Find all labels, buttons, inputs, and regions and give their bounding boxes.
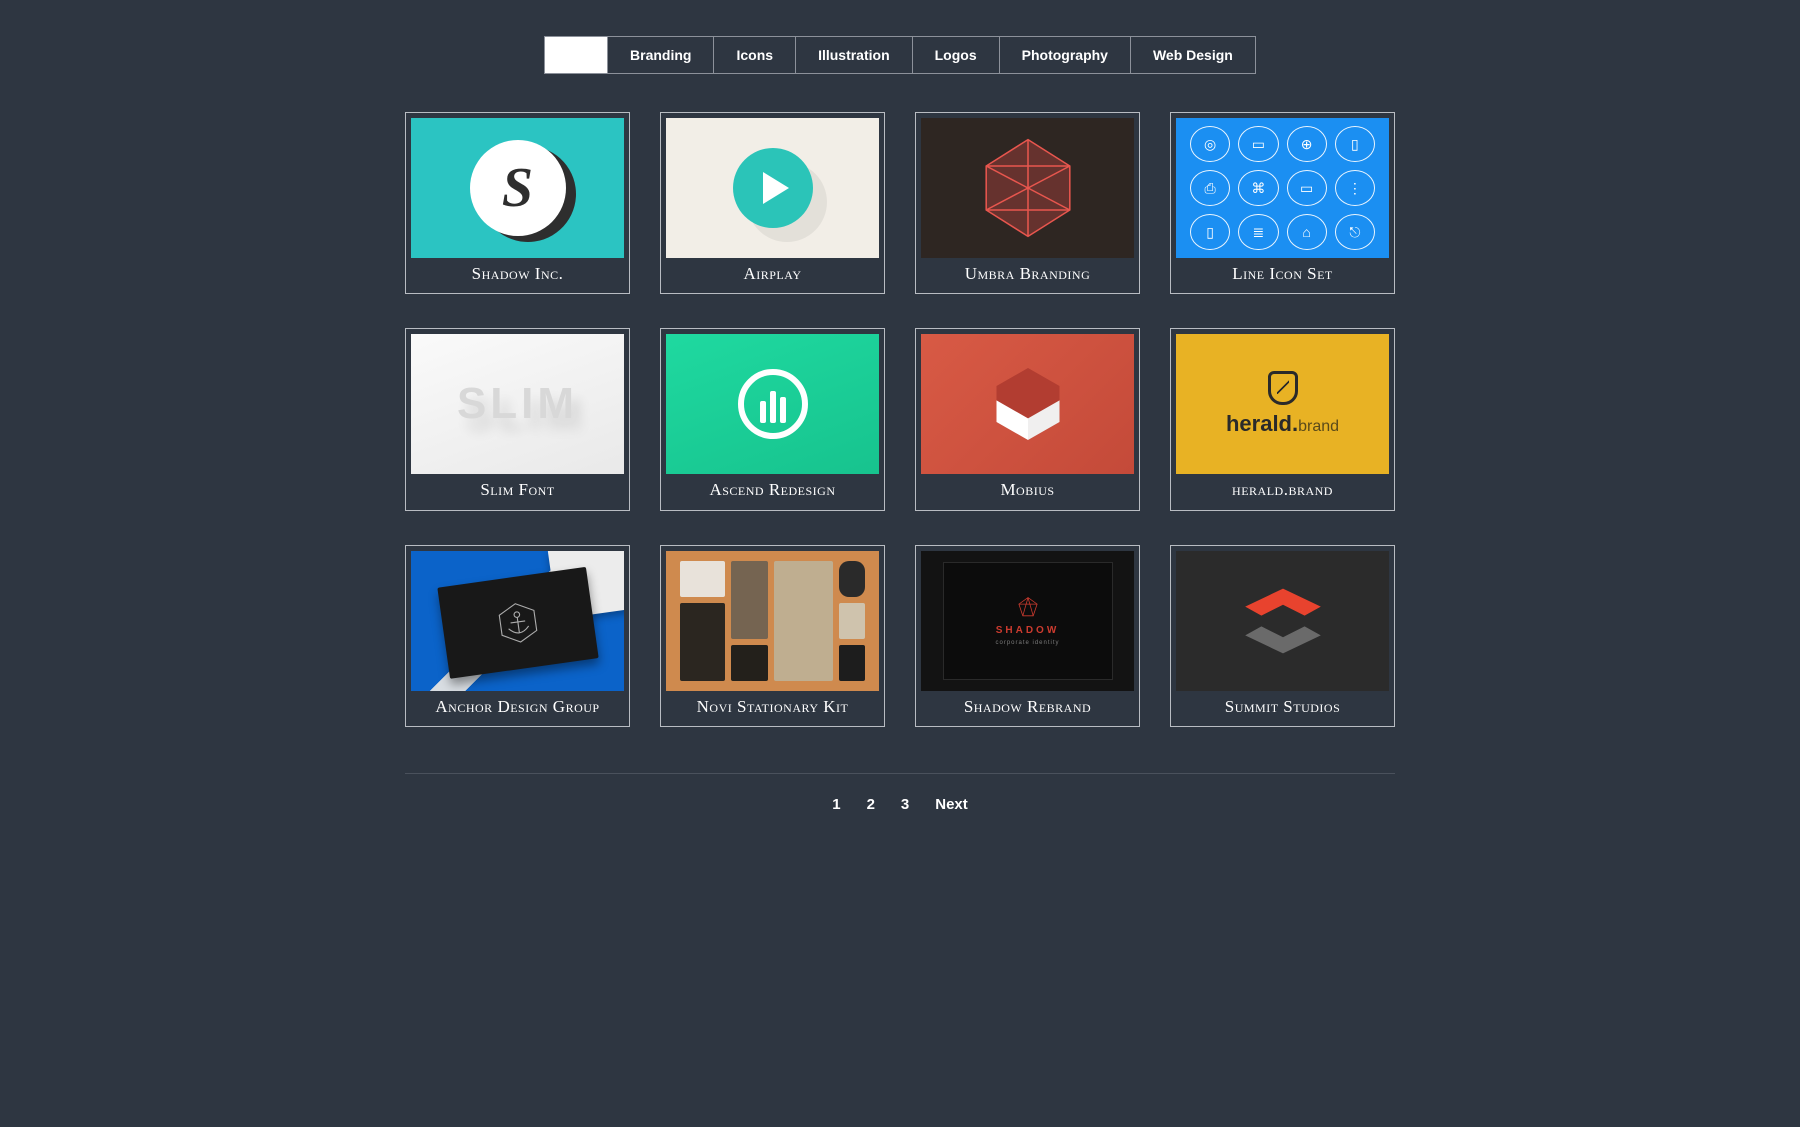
filter-branding[interactable]: Branding (608, 36, 714, 74)
portfolio-card[interactable]: Umbra Branding (915, 112, 1140, 294)
filter-tabs: All Branding Icons Illustration Logos Ph… (405, 36, 1395, 74)
card-title: Mobius (921, 474, 1134, 504)
portfolio-card[interactable]: Mobius (915, 328, 1140, 510)
page-2[interactable]: 2 (867, 796, 875, 813)
portfolio-card[interactable]: Anchor Design Group (405, 545, 630, 727)
card-title: Summit Studios (1176, 691, 1389, 721)
card-title: Umbra Branding (921, 258, 1134, 288)
bars-in-circle-icon (666, 334, 879, 474)
page-3[interactable]: 3 (901, 796, 909, 813)
card-title: Anchor Design Group (411, 691, 624, 721)
portfolio-card[interactable]: herald.brand herald.brand (1170, 328, 1395, 510)
stationery-icon (666, 551, 879, 691)
card-title: Novi Stationary Kit (666, 691, 879, 721)
card-title: herald.brand (1176, 474, 1389, 504)
slim-text-icon: SLIM (411, 334, 624, 474)
page-next[interactable]: Next (935, 796, 968, 813)
portfolio-grid: S Shadow Inc. Airplay Umbra Branding ◎▭ (405, 112, 1395, 727)
card-title: Airplay (666, 258, 879, 288)
hex-fold-icon (921, 334, 1134, 474)
portfolio-card[interactable]: ◎▭⊕▯ ⎙⌘▭⋮ ▯≣⌂⎋ Line Icon Set (1170, 112, 1395, 294)
portfolio-card[interactable]: Airplay (660, 112, 885, 294)
page-1[interactable]: 1 (832, 796, 840, 813)
letter-s-icon: S (411, 118, 624, 258)
filter-all[interactable]: All (544, 36, 608, 74)
filter-web-design[interactable]: Web Design (1131, 36, 1256, 74)
filter-icons[interactable]: Icons (714, 36, 796, 74)
portfolio-card[interactable]: SHADOW corporate identity Shadow Rebrand (915, 545, 1140, 727)
anchor-icon (411, 551, 624, 691)
card-title: Shadow Inc. (411, 258, 624, 288)
polyhedron-icon (921, 118, 1134, 258)
card-title: Slim Font (411, 474, 624, 504)
filter-logos[interactable]: Logos (913, 36, 1000, 74)
card-title: Shadow Rebrand (921, 691, 1134, 721)
filter-photography[interactable]: Photography (1000, 36, 1131, 74)
portfolio-page: All Branding Icons Illustration Logos Ph… (405, 0, 1395, 813)
diamond-icon: SHADOW corporate identity (921, 551, 1134, 691)
portfolio-card[interactable]: Ascend Redesign (660, 328, 885, 510)
filter-illustration[interactable]: Illustration (796, 36, 913, 74)
pagination: 1 2 3 Next (405, 773, 1395, 813)
card-title: Ascend Redesign (666, 474, 879, 504)
play-icon (666, 118, 879, 258)
portfolio-card[interactable]: SLIM Slim Font (405, 328, 630, 510)
portfolio-card[interactable]: S Shadow Inc. (405, 112, 630, 294)
shield-icon: herald.brand (1176, 334, 1389, 474)
portfolio-card[interactable]: Novi Stationary Kit (660, 545, 885, 727)
portfolio-card[interactable]: Summit Studios (1170, 545, 1395, 727)
card-title: Line Icon Set (1176, 258, 1389, 288)
icon-grid-icon: ◎▭⊕▯ ⎙⌘▭⋮ ▯≣⌂⎋ (1176, 118, 1389, 258)
summit-s-icon (1176, 551, 1389, 691)
